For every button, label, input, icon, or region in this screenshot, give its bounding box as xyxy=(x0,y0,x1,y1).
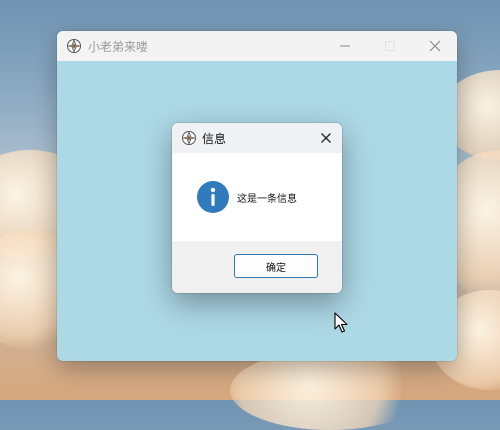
app-flower-icon xyxy=(66,38,82,54)
info-icon xyxy=(197,181,229,213)
minimize-icon xyxy=(339,45,350,47)
main-titlebar[interactable]: 小老弟来喽 xyxy=(57,31,457,61)
main-window-title: 小老弟来喽 xyxy=(88,39,149,54)
app-flower-icon xyxy=(181,130,197,146)
close-icon xyxy=(429,40,440,52)
maximize-icon xyxy=(384,41,395,51)
close-icon xyxy=(321,133,331,143)
dialog-title: 信息 xyxy=(202,131,227,146)
dialog-close-button[interactable] xyxy=(316,128,336,148)
ok-button[interactable]: 确定 xyxy=(234,254,318,278)
dialog-message: 这是一条信息 xyxy=(237,193,297,205)
maximize-button[interactable] xyxy=(367,31,412,61)
dialog-body: 这是一条信息 xyxy=(172,153,342,241)
message-dialog: 信息 这是一条信息 确定 xyxy=(172,123,342,293)
close-button[interactable] xyxy=(412,31,457,61)
dialog-footer: 确定 xyxy=(172,241,342,293)
mouse-cursor-icon xyxy=(334,312,348,333)
dialog-titlebar[interactable]: 信息 xyxy=(172,123,342,153)
minimize-button[interactable] xyxy=(322,31,367,61)
